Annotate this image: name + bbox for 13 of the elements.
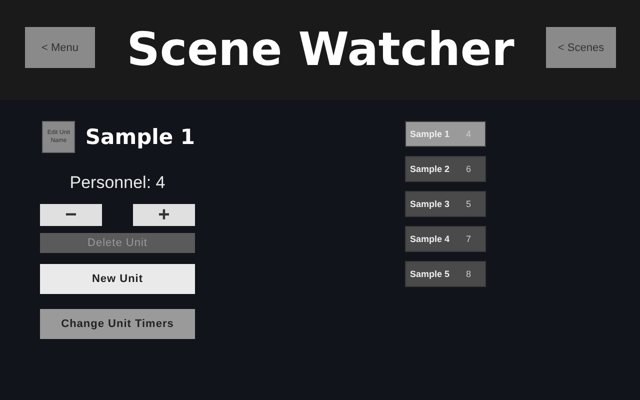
unit-list-item[interactable]: Sample 5 8: [405, 261, 486, 287]
unit-list-item[interactable]: Sample 3 5: [405, 191, 486, 217]
app-title: Scene Watcher: [126, 27, 514, 71]
unit-name: Sample 1: [85, 125, 195, 149]
scenes-button[interactable]: < Scenes: [546, 27, 616, 68]
new-unit-button[interactable]: New Unit: [40, 264, 195, 294]
unit-list-item[interactable]: Sample 4 7: [405, 226, 486, 252]
increment-button[interactable]: +: [133, 204, 195, 226]
timers-unit-button[interactable]: Change Unit Timers: [40, 309, 195, 339]
unit-list-item[interactable]: Sample 2 6: [405, 156, 486, 182]
personnel-count: Personnel: 4: [68, 173, 166, 193]
menu-button[interactable]: < Menu: [25, 27, 95, 68]
decrement-button[interactable]: −: [40, 204, 102, 226]
